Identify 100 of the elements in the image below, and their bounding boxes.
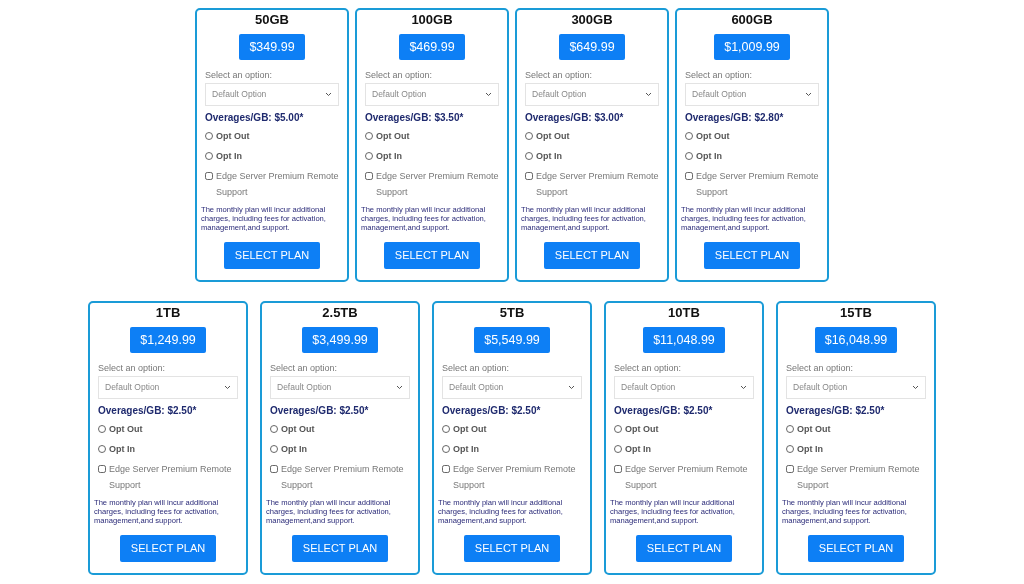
- option-dropdown[interactable]: Default Option: [442, 376, 582, 399]
- select-plan-button[interactable]: SELECT PLAN: [703, 242, 801, 269]
- radio-button[interactable]: [442, 425, 450, 433]
- radio-button[interactable]: [365, 132, 373, 140]
- price-button[interactable]: $16,048.99: [814, 327, 898, 353]
- option-label: Opt Out: [625, 423, 659, 436]
- radio-button[interactable]: [270, 425, 278, 433]
- overages-label: Overages/GB: $2.50*: [786, 405, 886, 417]
- checkbox[interactable]: [442, 465, 450, 473]
- radio-button[interactable]: [685, 132, 693, 140]
- option-label: Opt In: [281, 443, 307, 456]
- option-label: Opt Out: [281, 423, 315, 436]
- radio-button[interactable]: [205, 132, 213, 140]
- option-dropdown[interactable]: Default Option: [270, 376, 410, 399]
- option-label: Opt Out: [797, 423, 831, 436]
- option-label: Edge Server Premium Remote Support: [109, 463, 233, 492]
- plan-title: 5TB: [498, 305, 526, 321]
- option-label: Opt Out: [376, 130, 410, 143]
- radio-button[interactable]: [786, 425, 794, 433]
- option-label: Opt In: [797, 443, 823, 456]
- radio-button[interactable]: [205, 152, 213, 160]
- option-label: Edge Server Premium Remote Support: [453, 463, 577, 492]
- radio-button[interactable]: [614, 445, 622, 453]
- option-label: Edge Server Premium Remote Support: [696, 170, 819, 199]
- plan-title: 2.5TB: [321, 305, 359, 321]
- option-dropdown[interactable]: Default Option: [786, 376, 926, 399]
- checkbox[interactable]: [614, 465, 622, 473]
- select-plan-button[interactable]: SELECT PLAN: [463, 535, 561, 562]
- price-button[interactable]: $11,048.99: [643, 327, 725, 353]
- select-plan-button[interactable]: SELECT PLAN: [291, 535, 389, 562]
- price-button[interactable]: $3,499.99: [302, 327, 378, 353]
- select-label: Select an option:: [205, 69, 274, 81]
- checkbox[interactable]: [205, 172, 213, 180]
- option-label: Opt In: [625, 443, 651, 456]
- select-label: Select an option:: [525, 69, 594, 81]
- overages-label: Overages/GB: $3.50*: [365, 112, 465, 124]
- plan-title: 15TB: [839, 305, 873, 321]
- option-label: Edge Server Premium Remote Support: [216, 170, 339, 199]
- option-label: Edge Server Premium Remote Support: [536, 170, 659, 199]
- option-label: Opt In: [536, 150, 562, 163]
- option-label: Opt In: [696, 150, 722, 163]
- checkbox[interactable]: [270, 465, 278, 473]
- radio-button[interactable]: [270, 445, 278, 453]
- select-plan-button[interactable]: SELECT PLAN: [223, 242, 321, 269]
- checkbox[interactable]: [685, 172, 693, 180]
- price-button[interactable]: $649.99: [559, 34, 625, 60]
- radio-button[interactable]: [786, 445, 794, 453]
- option-label: Edge Server Premium Remote Support: [376, 170, 499, 199]
- select-plan-button[interactable]: SELECT PLAN: [119, 535, 217, 562]
- option-label: Opt Out: [536, 130, 570, 143]
- price-button[interactable]: $469.99: [399, 34, 465, 60]
- price-button[interactable]: $5,549.99: [474, 327, 550, 353]
- plan-title: 600GB: [730, 12, 774, 28]
- select-plan-button[interactable]: SELECT PLAN: [543, 242, 641, 269]
- option-label: Edge Server Premium Remote Support: [797, 463, 921, 492]
- chevron-down-icon: [645, 92, 652, 97]
- select-plan-button[interactable]: SELECT PLAN: [383, 242, 481, 269]
- radio-button[interactable]: [525, 152, 533, 160]
- option-label: Opt In: [216, 150, 242, 163]
- radio-button[interactable]: [442, 445, 450, 453]
- chevron-down-icon: [485, 92, 492, 97]
- price-button[interactable]: $1,009.99: [714, 34, 790, 60]
- radio-button[interactable]: [365, 152, 373, 160]
- radio-button[interactable]: [98, 445, 106, 453]
- option-dropdown[interactable]: Default Option: [365, 83, 499, 106]
- chevron-down-icon: [740, 385, 747, 390]
- option-label: Opt In: [376, 150, 402, 163]
- checkbox[interactable]: [365, 172, 373, 180]
- option-label: Opt In: [453, 443, 479, 456]
- price-button[interactable]: $349.99: [239, 34, 305, 60]
- overages-label: Overages/GB: $2.50*: [442, 405, 542, 417]
- checkbox[interactable]: [786, 465, 794, 473]
- option-dropdown[interactable]: Default Option: [98, 376, 238, 399]
- chevron-down-icon: [325, 92, 332, 97]
- option-dropdown[interactable]: Default Option: [205, 83, 339, 106]
- checkbox[interactable]: [525, 172, 533, 180]
- radio-button[interactable]: [98, 425, 106, 433]
- option-label: Opt Out: [216, 130, 250, 143]
- option-dropdown[interactable]: Default Option: [685, 83, 819, 106]
- checkbox[interactable]: [98, 465, 106, 473]
- radio-button[interactable]: [685, 152, 693, 160]
- plan-title: 1TB: [154, 305, 182, 321]
- radio-button[interactable]: [614, 425, 622, 433]
- select-label: Select an option:: [614, 362, 683, 374]
- select-plan-button[interactable]: SELECT PLAN: [807, 535, 905, 562]
- radio-button[interactable]: [525, 132, 533, 140]
- select-label: Select an option:: [685, 69, 754, 81]
- price-button[interactable]: $1,249.99: [130, 327, 206, 353]
- select-plan-button[interactable]: SELECT PLAN: [635, 535, 733, 562]
- chevron-down-icon: [396, 385, 403, 390]
- option-dropdown[interactable]: Default Option: [525, 83, 659, 106]
- option-dropdown[interactable]: Default Option: [614, 376, 754, 399]
- select-label: Select an option:: [270, 362, 339, 374]
- option-label: Opt Out: [696, 130, 730, 143]
- plan-title: 100GB: [410, 12, 454, 28]
- plan-title: 50GB: [254, 12, 290, 28]
- select-label: Select an option:: [98, 362, 167, 374]
- overages-label: Overages/GB: $2.50*: [270, 405, 370, 417]
- overages-label: Overages/GB: $2.50*: [614, 405, 714, 417]
- overages-label: Overages/GB: $3.00*: [525, 112, 625, 124]
